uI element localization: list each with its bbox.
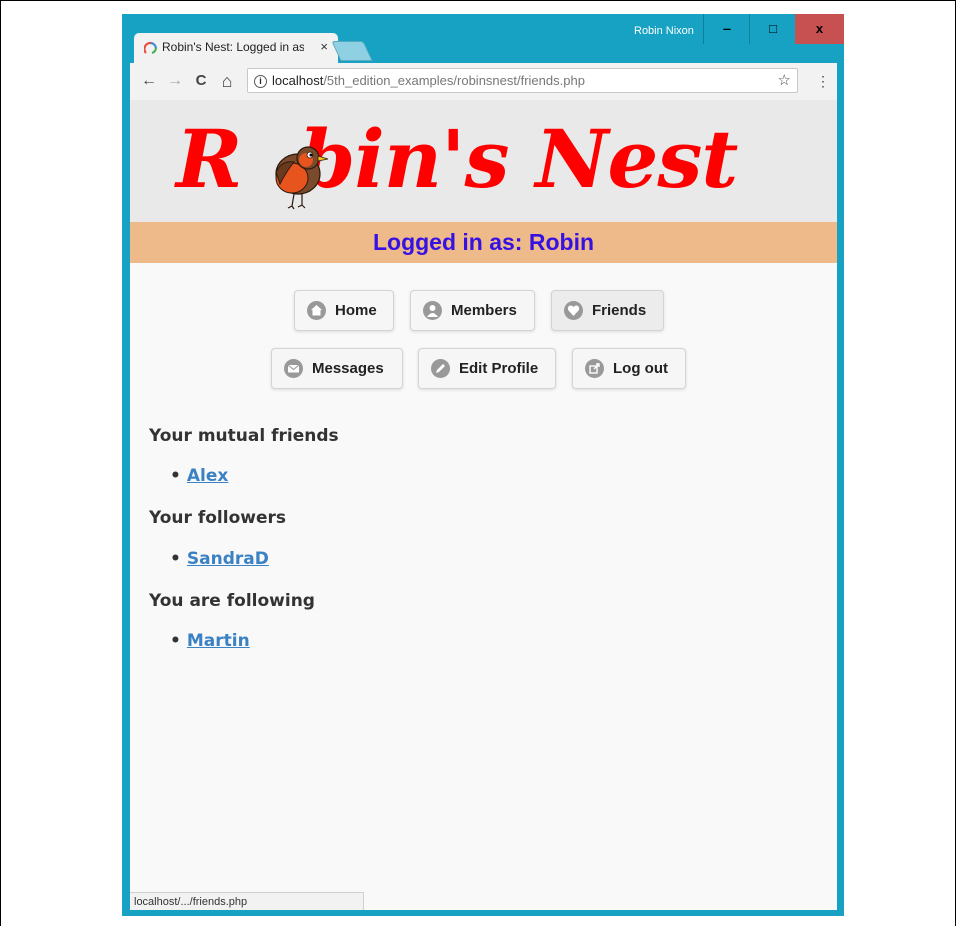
favicon-icon [144,41,158,55]
logo-rest: bin's Nest [299,112,738,206]
mutual-friends-heading: Your mutual friends [149,426,339,446]
nav-home-label: Home [335,302,377,319]
browser-toolbar: ← → C ⌂ i localhost/5th_edition_examples/… [130,63,837,101]
pencil-icon [431,359,450,378]
list-item: • Martin [170,631,250,651]
bookmark-star-icon[interactable]: ☆ [778,69,791,92]
url-host: localhost [272,73,324,88]
site-logo: Rbin's Nest [176,112,738,206]
info-icon[interactable]: i [254,75,267,89]
friend-link-martin[interactable]: Martin [187,631,250,651]
friend-link-alex[interactable]: Alex [187,466,228,486]
following-heading: You are following [149,591,315,611]
maximize-button[interactable]: □ [749,14,796,44]
heart-icon [564,301,583,320]
person-icon [423,301,442,320]
mail-icon [284,359,303,378]
friend-link-sandrad[interactable]: SandraD [187,549,269,569]
nav-friends-button[interactable]: Friends [551,290,664,331]
frame-left-line [0,0,1,926]
tab-title: Robin's Nest: Logged in as Robin [162,40,304,54]
back-button[interactable]: ← [138,70,160,92]
browser-menu-icon[interactable]: ⋮ [816,71,830,91]
list-item: • SandraD [170,549,269,569]
nav-members-label: Members [451,302,517,319]
browser-tab[interactable]: Robin's Nest: Logged in as Robin × [134,33,338,63]
nav-logout-button[interactable]: Log out [572,348,686,389]
reload-button[interactable]: C [190,70,212,92]
frame-top-line [0,0,956,1]
list-item: • Alex [170,466,229,486]
robin-bird-icon [275,146,329,210]
home-button[interactable]: ⌂ [216,70,238,92]
nav-home-button[interactable]: Home [294,290,394,331]
nav-messages-label: Messages [312,360,384,377]
nav-friends-label: Friends [592,302,647,319]
nav-messages-button[interactable]: Messages [271,348,403,389]
tab-close-icon[interactable]: × [320,39,328,54]
page-viewport: Rbin's Nest Logged in as: Robin Home Mem… [130,100,837,910]
logged-in-banner: Logged in as: Robin [130,222,837,263]
url-path: /5th_edition_examples/robinsnest/friends… [323,73,585,88]
site-banner: Rbin's Nest [130,100,837,222]
nav-edit-profile-button[interactable]: Edit Profile [418,348,556,389]
home-icon [307,301,326,320]
nav-edit-profile-label: Edit Profile [459,360,539,377]
forward-button[interactable]: → [164,70,186,92]
followers-heading: Your followers [149,508,286,528]
logo-letter-r: R [176,112,242,206]
nav-members-button[interactable]: Members [410,290,535,331]
close-button[interactable]: x [795,14,844,44]
logout-icon [585,359,604,378]
browser-window: Robin's Nest: Logged in as Robin × Robin… [122,14,844,916]
address-bar[interactable]: i localhost/5th_edition_examples/robinsne… [247,68,798,93]
profile-name[interactable]: Robin Nixon [634,25,694,37]
status-bar: localhost/.../friends.php [130,892,364,910]
nav-logout-label: Log out [613,360,668,377]
minimize-button[interactable]: ‒ [703,14,750,44]
